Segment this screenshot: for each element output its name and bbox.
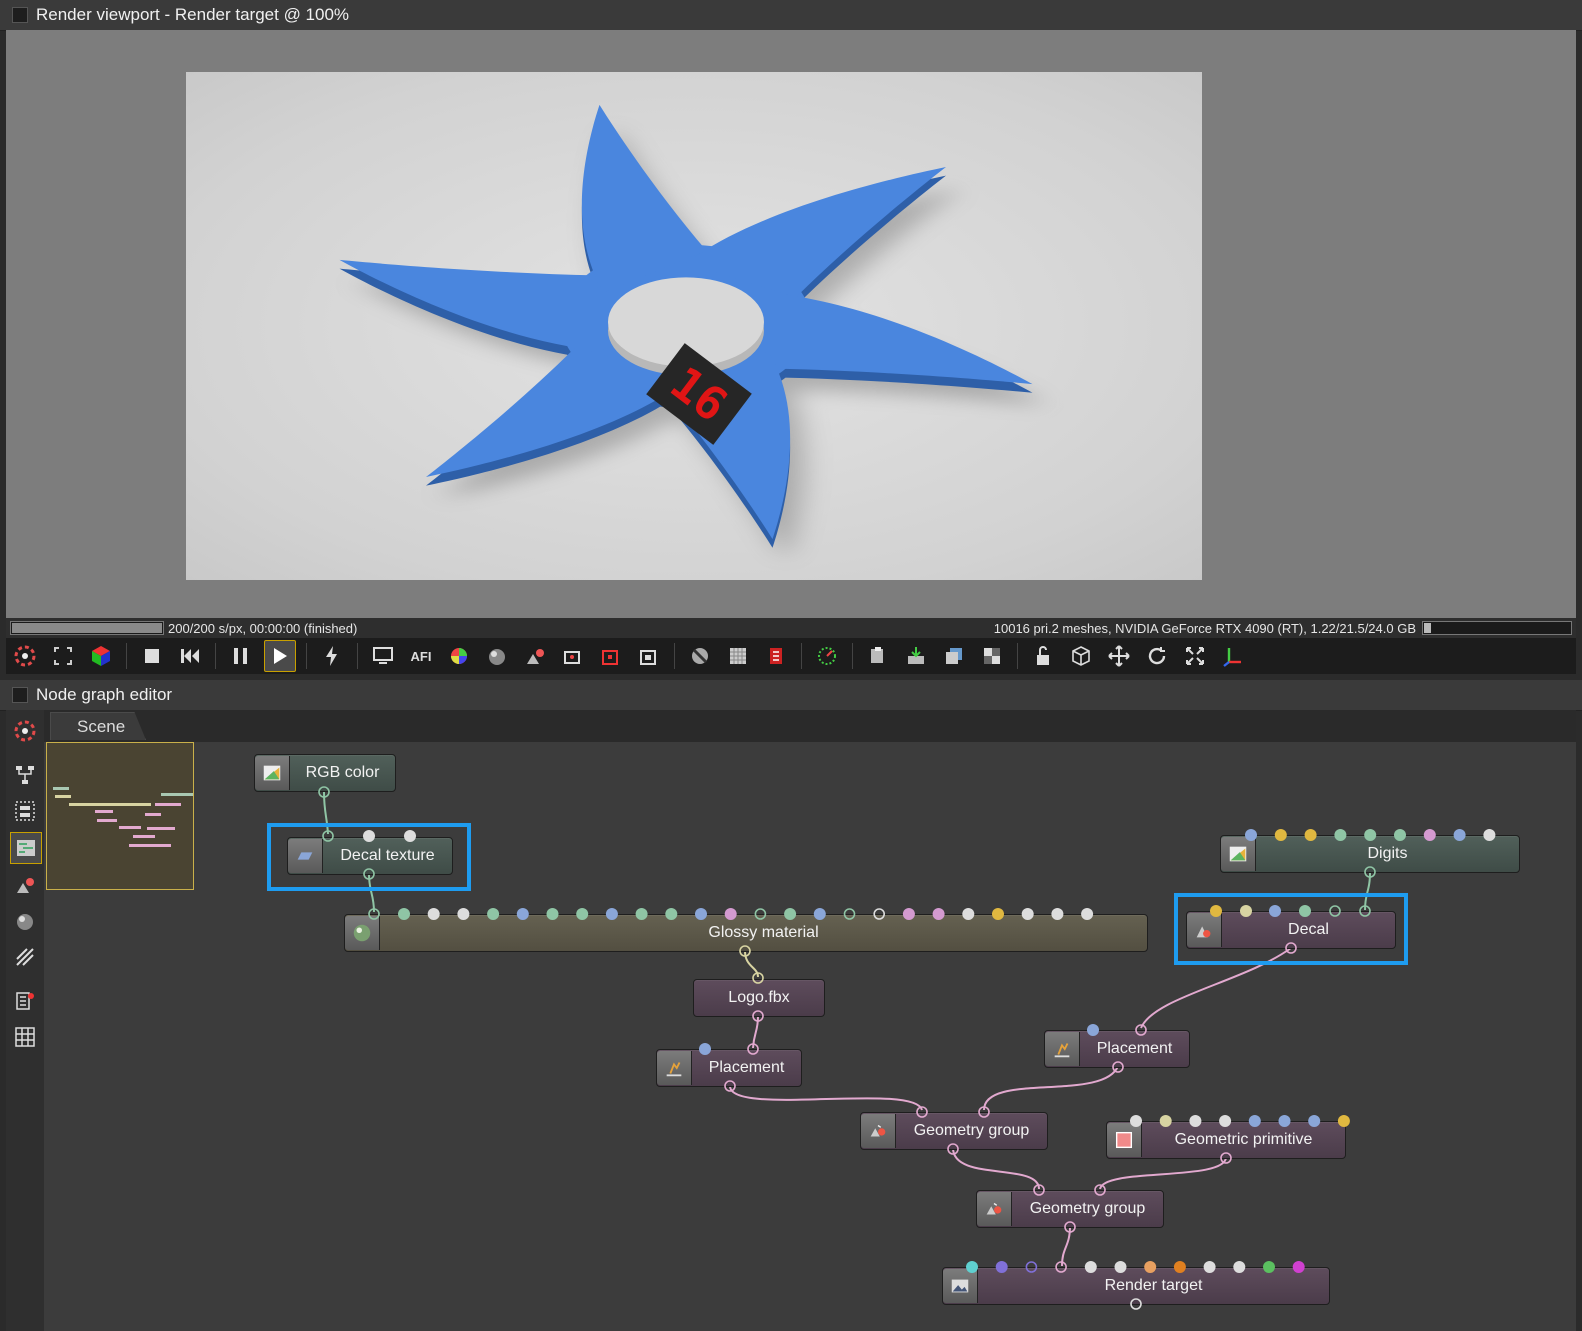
panel-toggle-icon[interactable] (12, 687, 28, 703)
node-geometric-primitive[interactable]: Geometric primitive (1106, 1121, 1346, 1159)
geometry-group-icon (861, 1114, 896, 1148)
copy-to-clipboard-icon[interactable] (863, 641, 893, 671)
geometry-group-icon (977, 1192, 1012, 1226)
node-render-target[interactable]: Render target (942, 1267, 1330, 1305)
afi-label: AFI (410, 648, 432, 664)
film-region-icon[interactable] (634, 641, 664, 671)
restart-button[interactable] (175, 641, 205, 671)
afi-button[interactable]: AFI (406, 641, 436, 671)
recenter-view-button[interactable] (48, 641, 78, 671)
material-picker-icon[interactable] (482, 641, 512, 671)
node-render-target-label: Render target (1104, 1277, 1203, 1294)
render-passes-icon[interactable] (939, 641, 969, 671)
render-status-bar: 200/200 s/px, 00:00:00 (finished) 10016 … (6, 618, 1576, 638)
show-minimap-icon[interactable] (10, 832, 42, 864)
node-geometry-group-2[interactable]: Geometry group (976, 1190, 1164, 1228)
add-texture-icon[interactable] (10, 942, 40, 972)
memory-usage-bar (1422, 621, 1572, 635)
digits-image-icon (1221, 837, 1256, 871)
render-viewport-header: Render viewport - Render target @ 100% (0, 0, 1582, 31)
node-graph-header: Node graph editor (0, 680, 1582, 711)
add-emitter-icon[interactable] (10, 986, 40, 1016)
save-render-icon[interactable] (901, 641, 931, 671)
rotate-gizmo-icon[interactable] (1142, 641, 1172, 671)
arrange-nodes-icon[interactable] (10, 760, 40, 790)
node-glossy-material-label: Glossy material (708, 924, 819, 941)
viewport-resolution-icon[interactable] (368, 641, 398, 671)
placement-icon (1045, 1032, 1080, 1066)
decal-texture-highlight (267, 823, 471, 891)
rendered-logo: 16 (339, 104, 1047, 561)
add-object-icon[interactable] (10, 870, 40, 900)
translate-gizmo-icon[interactable] (1104, 641, 1134, 671)
render-target-icon (943, 1269, 978, 1303)
add-material-icon[interactable] (10, 906, 40, 936)
render-progress-fill (12, 623, 162, 633)
render-toolbar: AFI (6, 638, 1576, 674)
group-nodes-icon[interactable] (10, 796, 40, 826)
realtime-mode-icon[interactable] (317, 641, 347, 671)
node-graph-sidebar (6, 710, 45, 1331)
start-render-button[interactable] (264, 640, 296, 672)
camera-target-picker-icon[interactable] (558, 641, 588, 671)
color-picker-icon[interactable] (444, 641, 474, 671)
node-logo-fbx[interactable]: Logo.fbx (693, 979, 825, 1017)
memory-usage-fill (1424, 623, 1432, 633)
render-priority-icon[interactable] (812, 641, 842, 671)
node-glossy-material[interactable]: Glossy material (344, 914, 1148, 952)
subsampling-icon[interactable] (723, 641, 753, 671)
node-graph-canvas[interactable]: RGB color Decal texture Glossy material … (44, 742, 1576, 1331)
stop-button[interactable] (137, 641, 167, 671)
octane-logo-button[interactable] (10, 641, 40, 671)
region-render-icon[interactable] (596, 641, 626, 671)
render-viewport-title: Render viewport - Render target @ 100% (36, 5, 350, 24)
node-placement-1-label: Placement (708, 1059, 785, 1076)
node-rgb-color-label: RGB color (305, 764, 380, 781)
node-geometry-group-1-label: Geometry group (913, 1122, 1030, 1139)
node-digits-label: Digits (1367, 845, 1408, 862)
render-progress-bar (10, 621, 164, 635)
tab-scene-label: Scene (77, 716, 126, 736)
node-placement-2[interactable]: Placement (1044, 1030, 1190, 1068)
alpha-channel-icon[interactable] (977, 641, 1007, 671)
render-image[interactable]: 16 (186, 72, 1202, 580)
render-status-text: 200/200 s/px, 00:00:00 (finished) (168, 620, 358, 636)
node-graph-title: Node graph editor (36, 685, 173, 704)
object-picker-icon[interactable] (520, 641, 550, 671)
tab-scene[interactable]: Scene (50, 712, 146, 740)
placement-icon (657, 1051, 692, 1085)
lock-viewport-icon[interactable] (1028, 641, 1058, 671)
grid-layout-icon[interactable] (10, 1022, 40, 1052)
node-graph-tab-row: Scene (44, 710, 1576, 743)
octane-scene-icon[interactable] (10, 716, 40, 746)
render-viewport[interactable]: 16 (6, 30, 1576, 618)
glossy-material-icon (345, 916, 380, 950)
node-placement-1[interactable]: Placement (656, 1049, 802, 1087)
scale-gizmo-icon[interactable] (1180, 641, 1210, 671)
node-placement-2-label: Placement (1096, 1040, 1173, 1057)
decal-wireframe-icon[interactable] (761, 641, 791, 671)
node-geometry-group-1[interactable]: Geometry group (860, 1112, 1048, 1150)
node-rgb-color[interactable]: RGB color (254, 754, 396, 792)
node-geometry-group-2-label: Geometry group (1029, 1200, 1146, 1217)
cube-render-icon[interactable] (86, 641, 116, 671)
clay-mode-icon[interactable] (685, 641, 715, 671)
decal-highlight (1174, 893, 1408, 965)
pause-button[interactable] (226, 641, 256, 671)
node-geometric-primitive-label: Geometric primitive (1174, 1131, 1313, 1148)
panel-toggle-icon[interactable] (12, 7, 28, 23)
node-digits[interactable]: Digits (1220, 835, 1520, 873)
rgb-color-icon (255, 756, 290, 790)
node-logo-fbx-label: Logo.fbx (728, 989, 790, 1006)
geometric-primitive-icon (1107, 1123, 1142, 1157)
world-axis-icon[interactable] (1218, 641, 1248, 671)
gizmo-cube-icon[interactable] (1066, 641, 1096, 671)
device-info-text: 10016 pri.2 meshes, NVIDIA GeForce RTX 4… (993, 620, 1416, 636)
